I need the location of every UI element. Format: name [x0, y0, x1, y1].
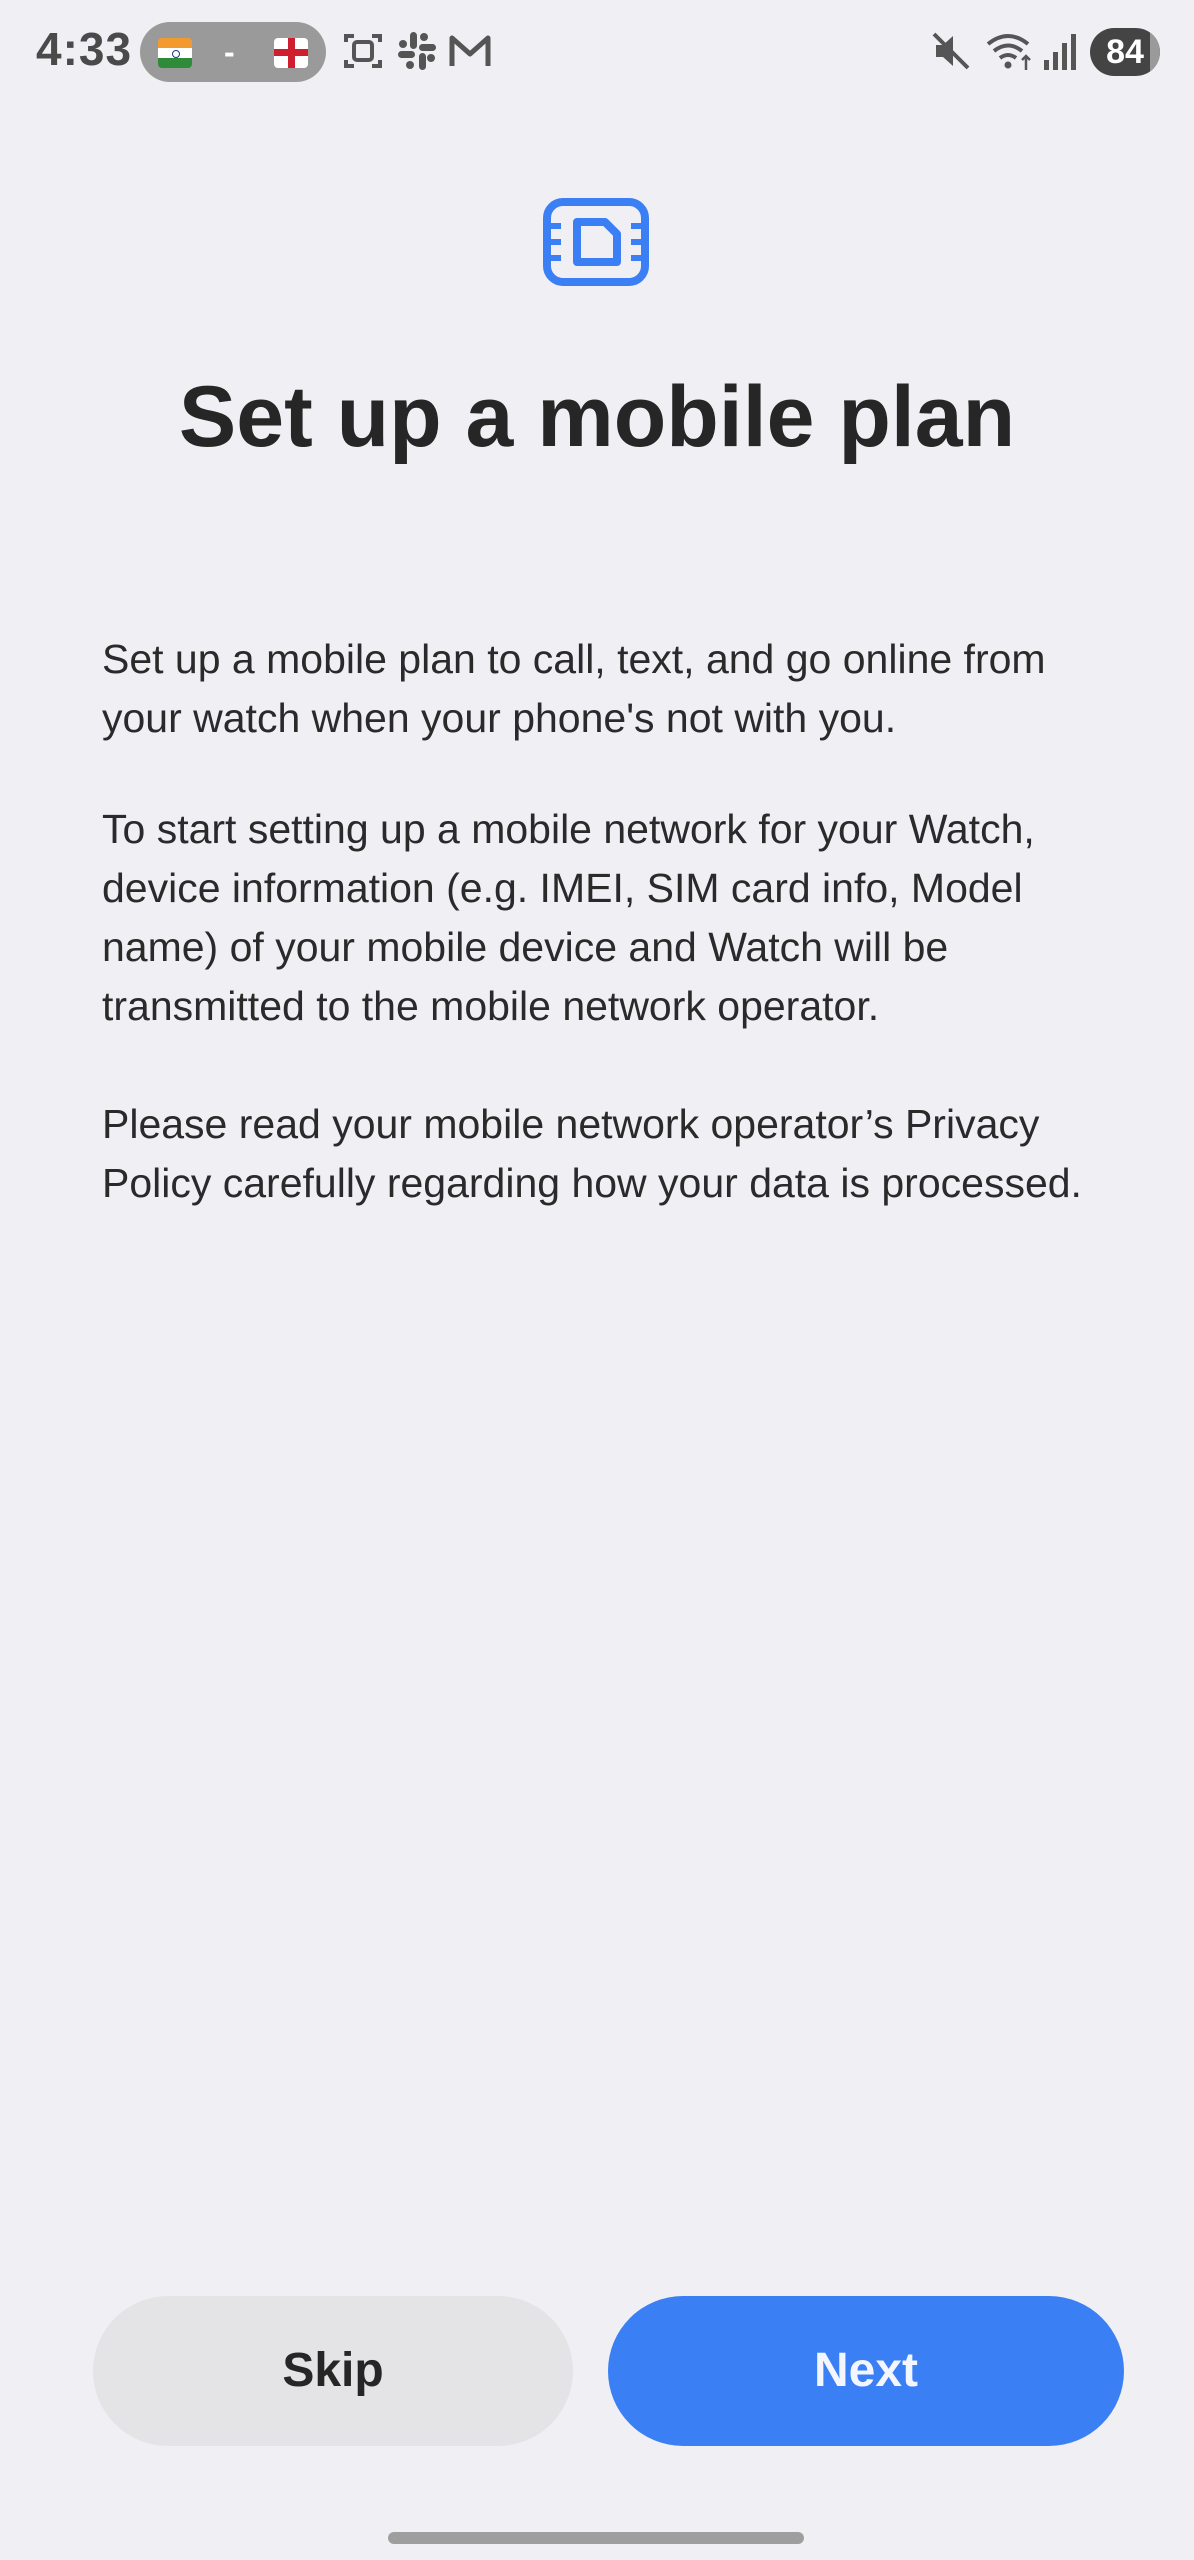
page-title: Set up a mobile plan — [178, 369, 1016, 465]
gmail-icon — [449, 35, 491, 66]
battery-level: 84 — [1106, 33, 1144, 71]
language-flags-pill: - — [140, 22, 326, 82]
slack-icon — [398, 32, 436, 70]
signal-icon — [1044, 34, 1076, 70]
england-flag-icon — [274, 38, 308, 68]
next-button[interactable]: Next — [608, 2296, 1124, 2446]
mute-icon — [932, 32, 970, 70]
privacy-policy-notice: Please read your mobile network operator… — [102, 1101, 1082, 1206]
home-indicator[interactable] — [388, 2532, 804, 2544]
status-time: 4:33 — [36, 23, 133, 75]
wifi-icon — [986, 34, 1031, 70]
battery-icon: 84 — [1090, 28, 1160, 76]
india-flag-icon — [158, 38, 192, 68]
data-transfer-notice: To start setting up a mobile network for… — [102, 806, 1035, 1029]
screenshot-icon — [344, 34, 382, 68]
skip-button[interactable]: Skip — [93, 2296, 573, 2446]
flag-separator: - — [224, 34, 235, 70]
status-bar: 4:33 - 84 — [0, 0, 1194, 104]
sim-card-icon — [543, 198, 649, 286]
description-paragraph: Set up a mobile plan to call, text, and … — [102, 636, 1046, 741]
